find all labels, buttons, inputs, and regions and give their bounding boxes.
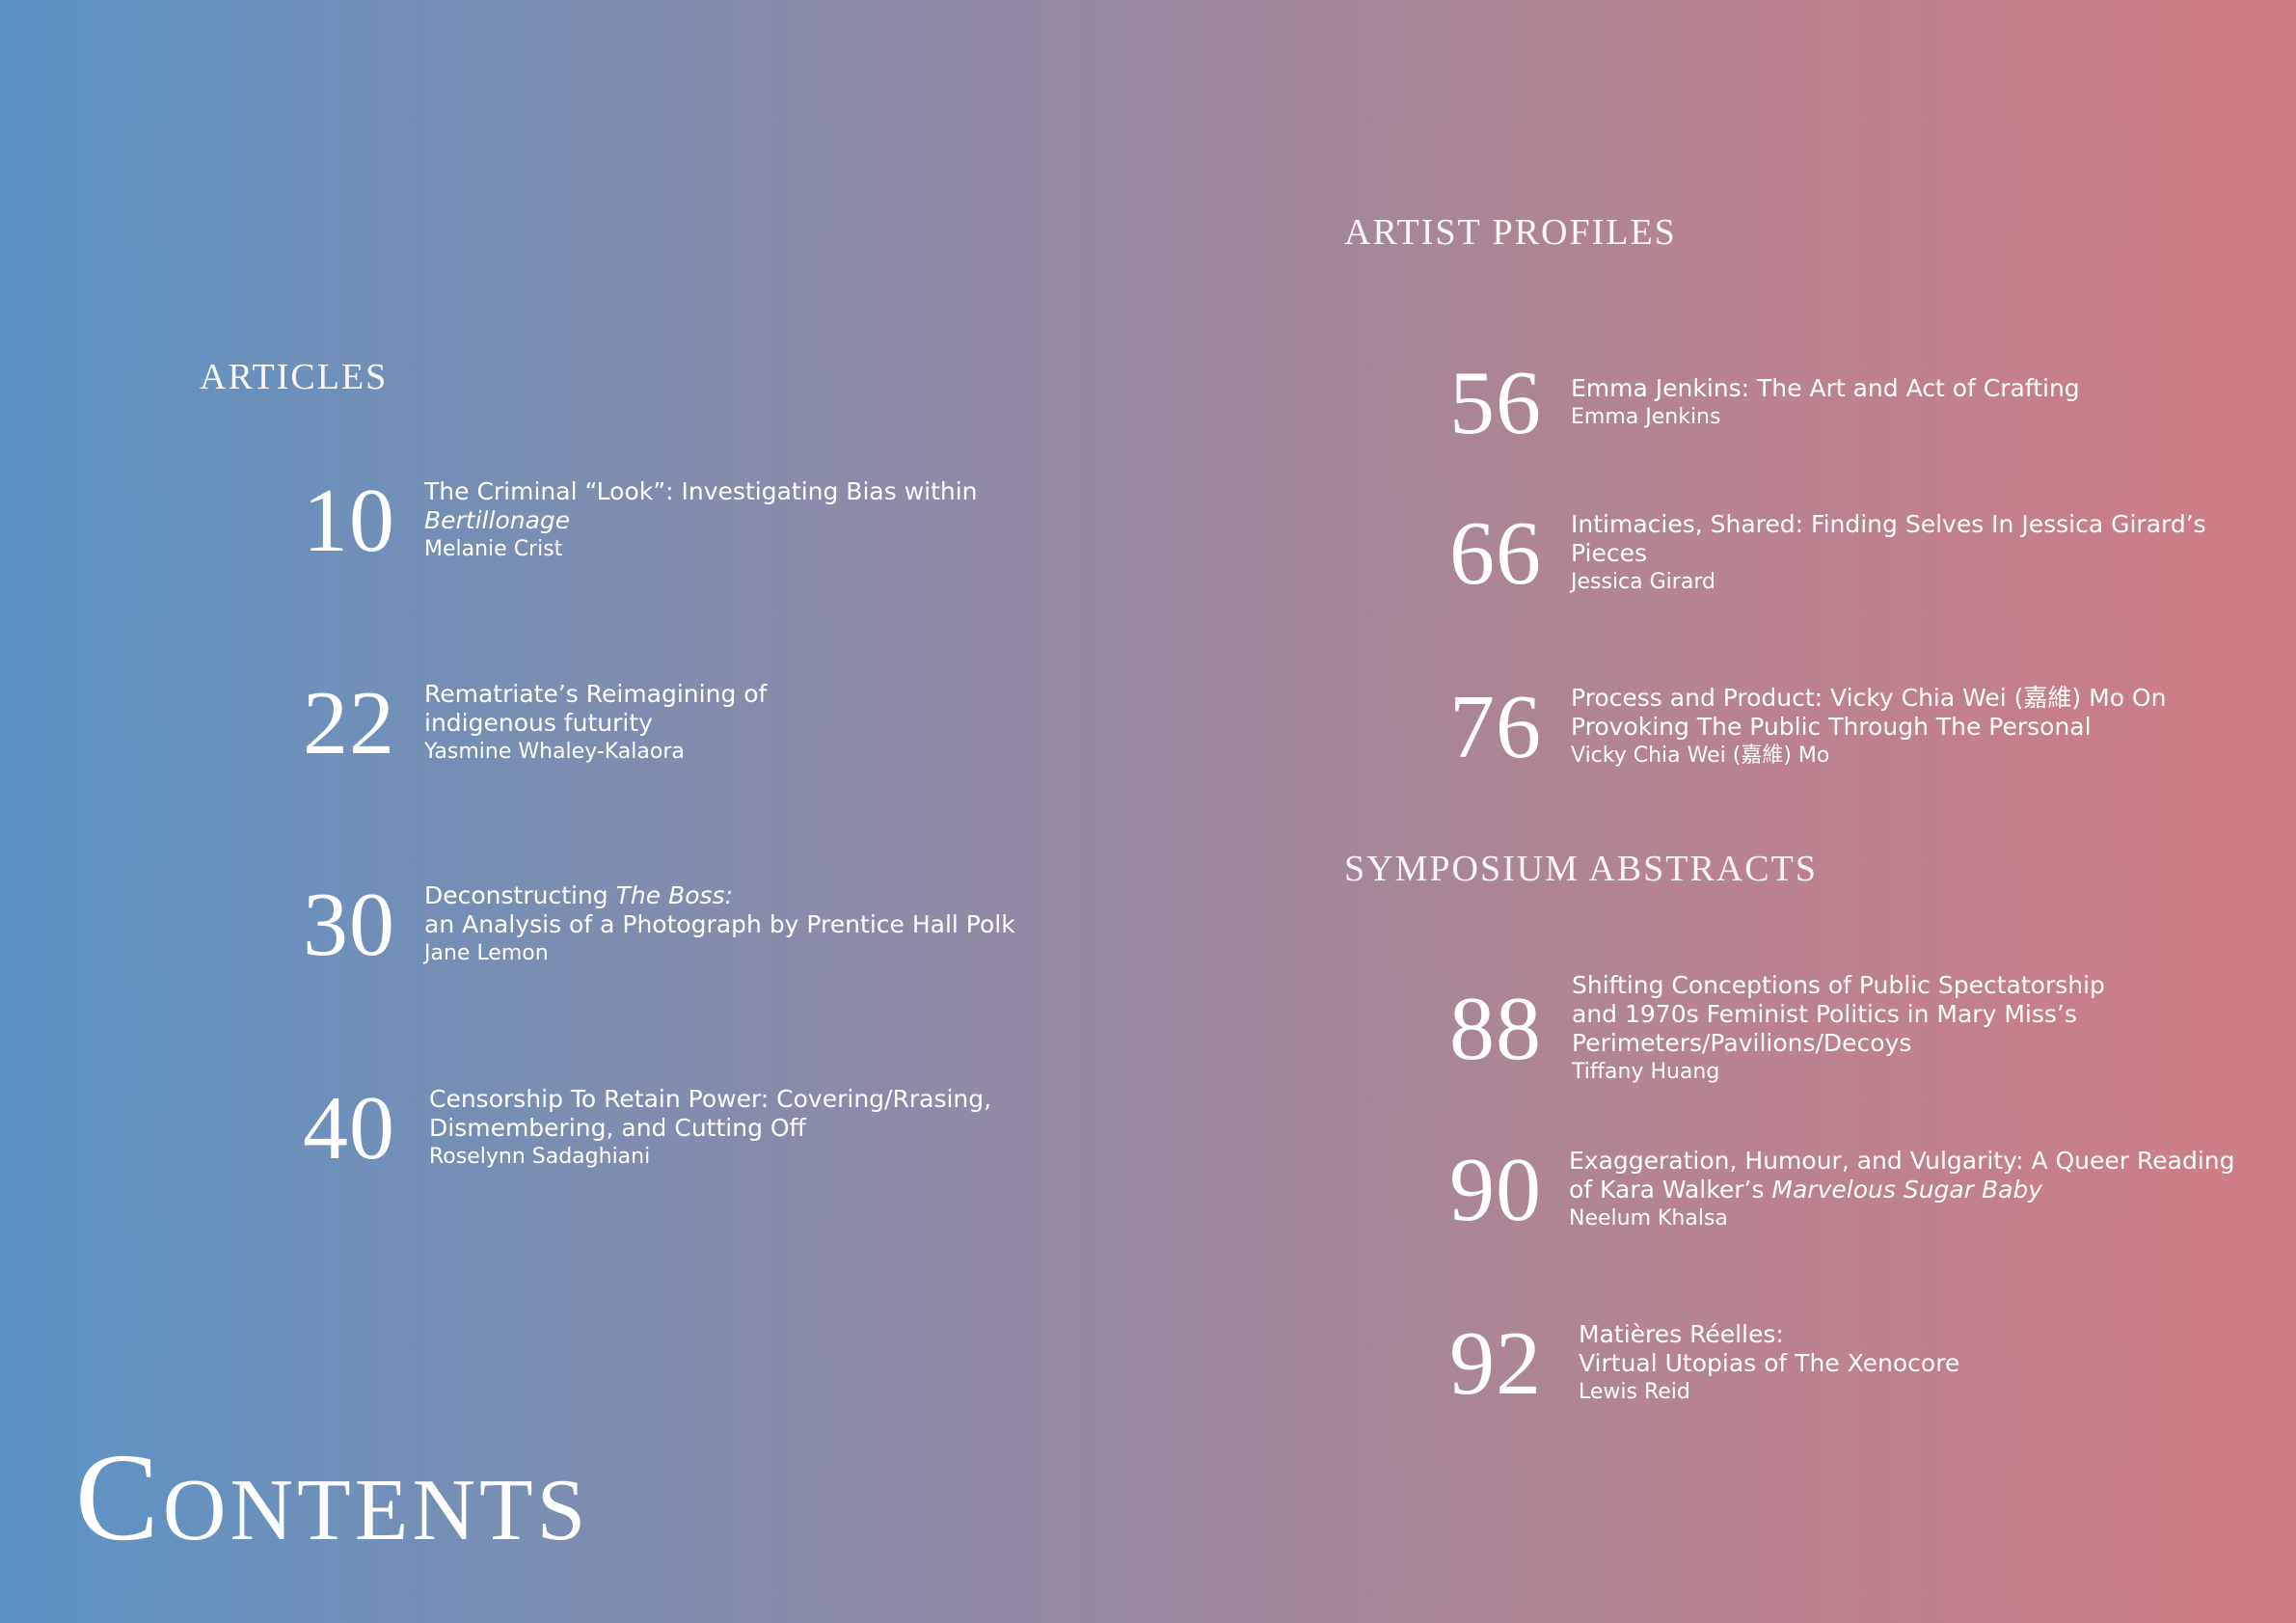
entry-title: Deconstructing The Boss: xyxy=(424,881,733,909)
entry-title: of Kara Walker’s Marvelous Sugar Baby xyxy=(1569,1176,2043,1204)
page-number: 40 xyxy=(303,1078,395,1178)
entry-author: Jessica Girard xyxy=(1571,570,1715,594)
entry-title: Process and Product: Vicky Chia Wei (嘉維)… xyxy=(1571,684,2167,712)
toc-entry-articles-2[interactable]: 30 Deconstructing The Boss: an Analysis … xyxy=(198,879,1015,970)
toc-entry-symposium-1[interactable]: 90 Exaggeration, Humour, and Vulgarity: … xyxy=(1349,1145,2235,1235)
contents-title: Contents xyxy=(75,1428,590,1567)
entry-author: Melanie Crist xyxy=(424,537,563,561)
entry-title: Censorship To Retain Power: Covering/Rra… xyxy=(429,1085,992,1113)
page-number: 10 xyxy=(303,471,395,571)
page-number: 76 xyxy=(1449,677,1542,777)
toc-entry-articles-1[interactable]: 22 Rematriate’s Reimagining of indigenou… xyxy=(198,678,767,769)
entry-author: Vicky Chia Wei (嘉維) Mo xyxy=(1571,744,1830,768)
entry-title: Pieces xyxy=(1571,539,1648,567)
page-number: 56 xyxy=(1449,353,1542,453)
toc-entry-profiles-2[interactable]: 76 Process and Product: Vicky Chia Wei (… xyxy=(1349,682,2166,772)
entry-title: Dismembering, and Cutting Off xyxy=(429,1114,806,1142)
entry-title: The Criminal “Look”: Investigating Bias … xyxy=(424,477,978,505)
page-number: 22 xyxy=(303,673,395,773)
entry-title: Exaggeration, Humour, and Vulgarity: A Q… xyxy=(1569,1147,2235,1175)
entry-title-italic: Bertillonage xyxy=(424,506,571,534)
toc-entry-profiles-0[interactable]: 56 Emma Jenkins: The Art and Act of Craf… xyxy=(1349,358,2080,448)
page-number: 66 xyxy=(1449,503,1542,604)
entry-author: Yasmine Whaley-Kalaora xyxy=(424,740,685,764)
entry-title: Emma Jenkins: The Art and Act of Craftin… xyxy=(1571,374,2080,402)
entry-title: an Analysis of a Photograph by Prentice … xyxy=(424,910,1015,938)
symposium-abstracts-heading: Symposium Abstracts xyxy=(1344,849,1818,889)
toc-entry-articles-0[interactable]: 10 The Criminal “Look”: Investigating Bi… xyxy=(198,475,978,566)
entry-title: Rematriate’s Reimagining of xyxy=(424,680,768,708)
page-number: 92 xyxy=(1449,1313,1542,1414)
page-number: 88 xyxy=(1449,979,1542,1079)
entry-title: Virtual Utopias of The Xenocore xyxy=(1579,1349,1960,1377)
entry-author: Tiffany Huang xyxy=(1572,1060,1720,1084)
page-number: 30 xyxy=(303,875,395,975)
toc-entry-symposium-0[interactable]: 88 Shifting Conceptions of Public Specta… xyxy=(1349,971,2105,1087)
entry-title: Intimacies, Shared: Finding Selves In Je… xyxy=(1571,510,2206,538)
entry-author: Jane Lemon xyxy=(424,941,549,965)
page-number: 90 xyxy=(1449,1140,1542,1240)
entry-author: Roselynn Sadaghiani xyxy=(429,1145,651,1169)
entry-title: indigenous futurity xyxy=(424,709,653,737)
artist-profiles-heading: Artist Profiles xyxy=(1344,212,1677,253)
entry-title: Provoking The Public Through The Persona… xyxy=(1571,713,2092,741)
entry-title: and 1970s Feminist Politics in Mary Miss… xyxy=(1572,1000,2077,1028)
entry-title: Perimeters/Pavilions/Decoys xyxy=(1572,1029,1912,1057)
entry-title: Shifting Conceptions of Public Spectator… xyxy=(1572,971,2105,999)
toc-entry-profiles-1[interactable]: 66 Intimacies, Shared: Finding Selves In… xyxy=(1349,508,2206,599)
entry-title: Matières Réelles: xyxy=(1579,1320,1784,1348)
entry-author: Neelum Khalsa xyxy=(1569,1206,1728,1231)
entry-author: Lewis Reid xyxy=(1579,1380,1690,1404)
articles-heading: Articles xyxy=(200,357,389,397)
toc-entry-symposium-2[interactable]: 92 Matières Réelles: Virtual Utopias of … xyxy=(1349,1318,1959,1409)
toc-entry-articles-3[interactable]: 40 Censorship To Retain Power: Covering/… xyxy=(198,1083,991,1174)
entry-author: Emma Jenkins xyxy=(1571,405,1721,429)
